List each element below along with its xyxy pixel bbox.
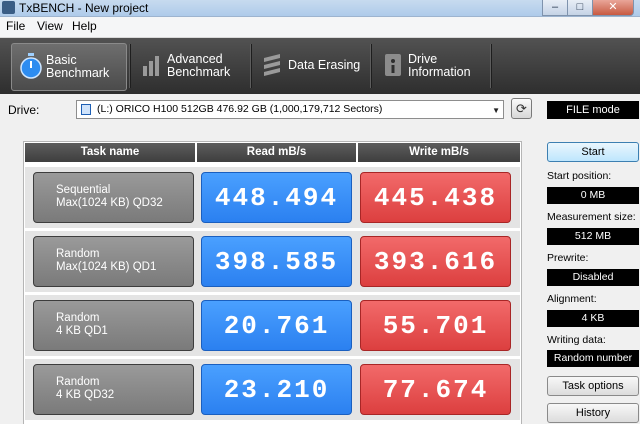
tab-label: Basic Benchmark	[46, 53, 110, 80]
close-button[interactable]: ✕	[592, 0, 634, 16]
refresh-icon: ⟳	[516, 101, 527, 116]
tab-label: Advanced Benchmark	[167, 52, 231, 79]
write-speed-value: 393.616	[360, 236, 511, 287]
task-button-random-4kb-qd32[interactable]: Random 4 KB QD32	[33, 364, 194, 415]
tab-drive-information[interactable]: Drive Information	[374, 43, 486, 89]
start-position-label: Start position:	[547, 170, 612, 182]
task-button-sequential-qd32[interactable]: Sequential Max(1024 KB) QD32	[33, 172, 194, 223]
toolbar-separator	[250, 44, 252, 88]
toolbar-separator	[129, 44, 131, 88]
start-button[interactable]: Start	[547, 142, 639, 162]
menu-file[interactable]: File	[6, 19, 25, 33]
drive-selected-value: (L:) ORICO H100 512GB 476.92 GB (1,000,1…	[97, 103, 383, 115]
write-speed-value: 445.438	[360, 172, 511, 223]
prewrite-value[interactable]: Disabled	[547, 269, 639, 286]
drive-info-icon	[385, 54, 401, 76]
task-options-button[interactable]: Task options	[547, 376, 639, 396]
toolbar-separator	[370, 44, 372, 88]
menu-bar: File View Help	[0, 17, 640, 38]
title-bar: TxBENCH - New project – □ ✕	[0, 0, 640, 17]
maximize-button[interactable]: □	[567, 0, 593, 16]
drive-icon	[81, 104, 91, 115]
write-speed-value: 77.674	[360, 364, 511, 415]
chevron-down-icon: ▼	[492, 106, 500, 115]
start-position-value[interactable]: 0 MB	[547, 187, 639, 204]
read-speed-value: 23.210	[201, 364, 352, 415]
toolbar-separator	[490, 44, 492, 88]
prewrite-label: Prewrite:	[547, 252, 589, 264]
history-button[interactable]: History	[547, 403, 639, 423]
window-title: TxBENCH - New project	[19, 1, 149, 15]
minimize-button[interactable]: –	[542, 0, 568, 16]
window-controls: – □ ✕	[542, 0, 634, 16]
toolbar: Basic Benchmark Advanced Benchmark Data …	[0, 38, 640, 94]
drive-label: Drive:	[8, 103, 40, 117]
stopwatch-icon	[20, 53, 42, 79]
alignment-label: Alignment:	[547, 293, 597, 305]
bar-chart-icon	[143, 56, 159, 76]
writing-data-label: Writing data:	[547, 334, 606, 346]
read-speed-value: 398.585	[201, 236, 352, 287]
writing-data-value[interactable]: Random number	[547, 350, 639, 367]
tab-advanced-benchmark[interactable]: Advanced Benchmark	[133, 43, 245, 89]
measurement-size-label: Measurement size:	[547, 211, 636, 223]
menu-help[interactable]: Help	[72, 19, 97, 33]
task-button-random-1024-qd1[interactable]: Random Max(1024 KB) QD1	[33, 236, 194, 287]
header-task-name: Task name	[25, 143, 195, 162]
task-button-random-4kb-qd1[interactable]: Random 4 KB QD1	[33, 300, 194, 351]
refresh-drive-button[interactable]: ⟳	[511, 98, 532, 119]
mode-indicator: FILE mode	[547, 101, 639, 119]
header-write: Write mB/s	[358, 143, 520, 162]
read-speed-value: 448.494	[201, 172, 352, 223]
tab-label: Data Erasing	[288, 58, 361, 72]
measurement-size-value[interactable]: 512 MB	[547, 228, 639, 245]
tab-basic-benchmark[interactable]: Basic Benchmark	[11, 43, 127, 91]
drive-select[interactable]: (L:) ORICO H100 512GB 476.92 GB (1,000,1…	[76, 100, 504, 119]
read-speed-value: 20.761	[201, 300, 352, 351]
write-speed-value: 55.701	[360, 300, 511, 351]
tab-data-erasing[interactable]: Data Erasing	[254, 43, 366, 89]
tab-label: Drive Information	[408, 52, 471, 79]
alignment-value[interactable]: 4 KB	[547, 310, 639, 327]
menu-view[interactable]: View	[37, 19, 63, 33]
header-read: Read mB/s	[197, 143, 356, 162]
app-icon	[2, 1, 15, 14]
eraser-icon	[264, 54, 280, 76]
